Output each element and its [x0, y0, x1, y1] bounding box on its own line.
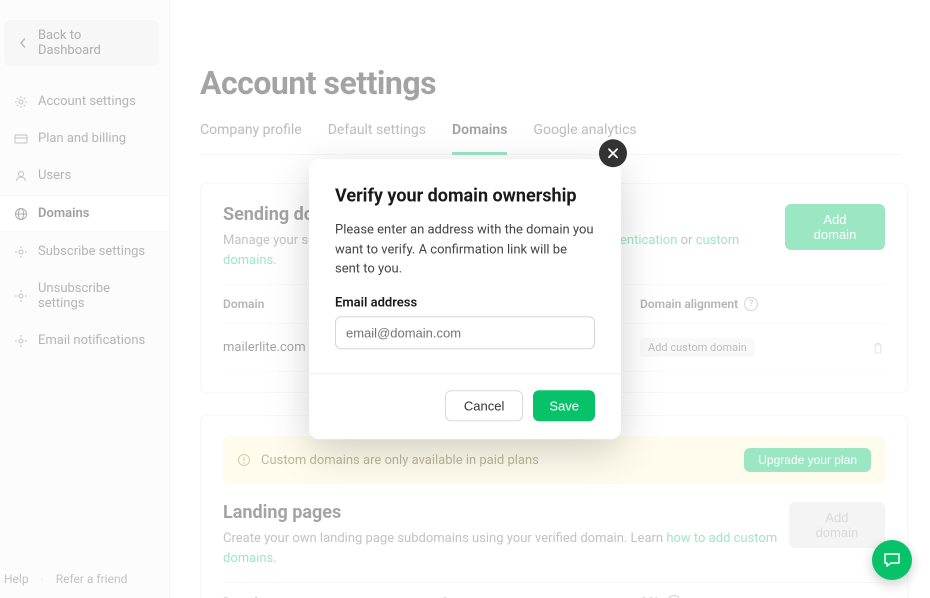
chat-fab[interactable]	[872, 540, 912, 580]
save-button[interactable]: Save	[533, 390, 595, 421]
email-input[interactable]	[335, 316, 595, 349]
modal-title: Verify your domain ownership	[335, 185, 595, 206]
modal-footer: Cancel Save	[309, 373, 621, 421]
modal-close-button[interactable]	[599, 139, 627, 167]
close-icon	[607, 147, 619, 159]
verify-domain-modal: Verify your domain ownership Please ente…	[309, 159, 621, 439]
modal-body: Please enter an address with the domain …	[335, 220, 595, 279]
email-label: Email address	[335, 295, 595, 310]
chat-icon	[882, 550, 902, 570]
cancel-button[interactable]: Cancel	[445, 390, 523, 421]
